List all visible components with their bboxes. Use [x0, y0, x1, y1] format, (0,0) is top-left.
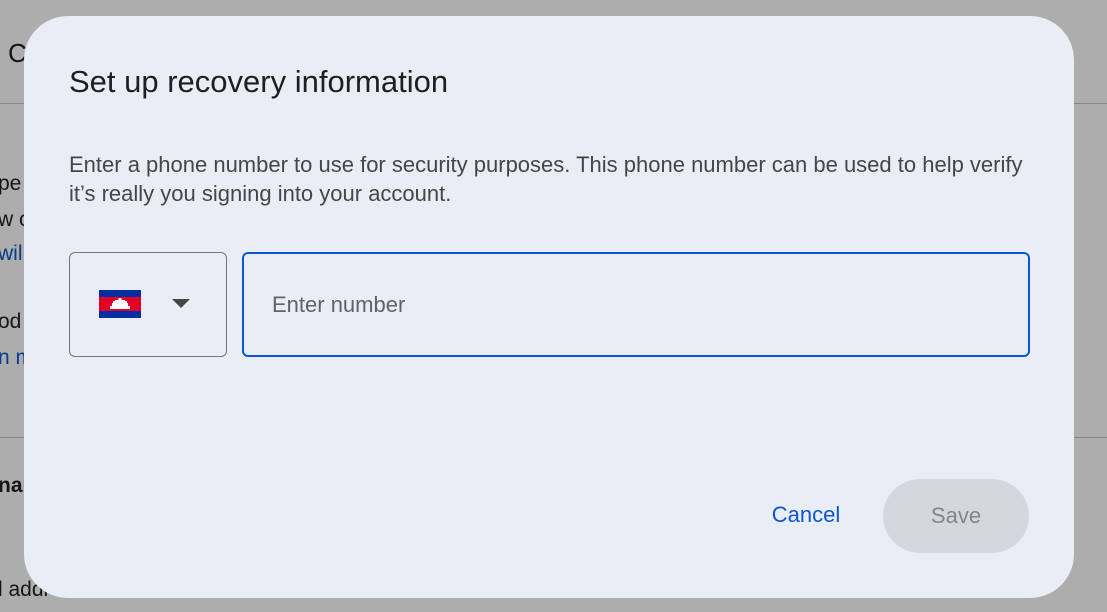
recovery-phone-dialog: Set up recovery information Enter a phon… — [24, 16, 1074, 598]
save-button[interactable]: Save — [883, 479, 1029, 553]
dialog-title: Set up recovery information — [69, 64, 449, 99]
phone-number-input[interactable] — [242, 252, 1030, 357]
country-code-select[interactable] — [69, 252, 227, 357]
caret-down-icon — [172, 299, 190, 308]
cambodia-flag-icon — [99, 290, 141, 318]
dialog-description: Enter a phone number to use for security… — [69, 152, 1023, 206]
cancel-button[interactable]: Cancel — [736, 479, 876, 551]
